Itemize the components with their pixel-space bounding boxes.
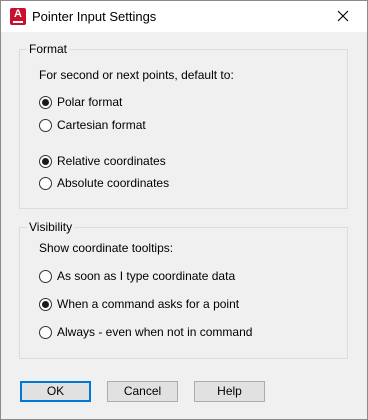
radio-button[interactable]: [39, 155, 52, 168]
radio-label: Relative coordinates: [57, 154, 166, 168]
ok-button[interactable]: OK: [20, 381, 91, 402]
title-bar: A Pointer Input Settings: [1, 1, 367, 32]
radio-selected-dot: [42, 99, 49, 106]
radio-selected-dot: [42, 158, 49, 165]
close-icon: [337, 10, 349, 22]
visibility-prompt: Show coordinate tooltips:: [39, 241, 174, 255]
radio-button[interactable]: [39, 298, 52, 311]
help-button[interactable]: Help: [194, 381, 265, 402]
format-prompt: For second or next points, default to:: [39, 68, 234, 82]
radio-label: When a command asks for a point: [57, 297, 240, 311]
radio-label: As soon as I type coordinate data: [57, 269, 236, 283]
app-icon-letter: A: [14, 8, 22, 20]
dialog-title: Pointer Input Settings: [32, 9, 157, 24]
radio-button[interactable]: [39, 177, 52, 190]
dialog-window: A Pointer Input Settings Format For seco…: [0, 0, 368, 420]
visibility-group-label: Visibility: [27, 220, 75, 234]
format-group-label: Format: [27, 42, 70, 56]
cancel-button[interactable]: Cancel: [107, 381, 178, 402]
radio-label: Absolute coordinates: [57, 176, 170, 190]
radio-label: Cartesian format: [57, 118, 146, 132]
radio-label: Polar format: [57, 95, 123, 109]
radio-selected-dot: [42, 301, 49, 308]
radio-button[interactable]: [39, 326, 52, 339]
close-button[interactable]: [321, 1, 367, 32]
radio-button[interactable]: [39, 119, 52, 132]
radio-label: Always - even when not in command: [57, 325, 253, 339]
radio-button[interactable]: [39, 96, 52, 109]
autocad-app-icon: A: [10, 8, 26, 25]
radio-button[interactable]: [39, 270, 52, 283]
